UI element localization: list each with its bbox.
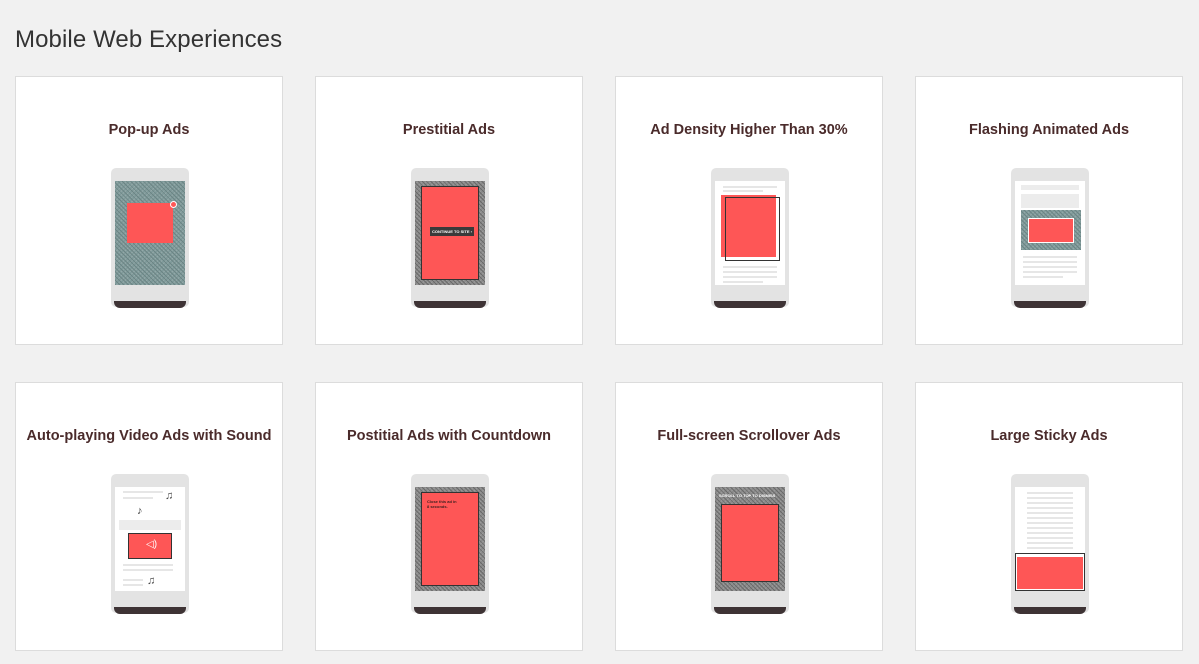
card-title: Prestitial Ads [402,122,496,138]
music-note-icon: ♫ [165,490,174,502]
phone-illustration [111,168,189,308]
card-title: Full-screen Scrollover Ads [657,428,841,444]
phone-illustration: SCROLL TO TOP TO DISMISS [711,474,789,614]
phone-illustration [711,168,789,308]
music-note-icon: ♫ [147,575,156,587]
close-icon [170,201,177,208]
card-title: Pop-up Ads [108,122,190,138]
phone-base [414,301,486,308]
card-full-screen-scrollover-ads[interactable]: Full-screen Scrollover Ads SCROLL TO TOP… [615,382,883,651]
card-large-sticky-ads[interactable]: Large Sticky Ads [915,382,1183,651]
card-auto-playing-video-ads[interactable]: Auto-playing Video Ads with Sound ♫ ♪ ◁)… [15,382,283,651]
phone-base [714,607,786,614]
card-title: Large Sticky Ads [990,428,1108,444]
phone-illustration: Close this ad in 8 seconds. [411,474,489,614]
card-prestitial-ads[interactable]: Prestitial Ads CONTINUE TO SITE › [315,76,583,345]
phone-base [1014,301,1086,308]
phone-screen: CONTINUE TO SITE › [415,181,485,285]
phone-base [1014,607,1086,614]
phone-base [714,301,786,308]
flashing-ad [1028,218,1074,243]
phone-screen: SCROLL TO TOP TO DISMISS [715,487,785,591]
phone-illustration: CONTINUE TO SITE › [411,168,489,308]
continue-button: CONTINUE TO SITE › [430,227,474,236]
phone-screen [1015,181,1085,285]
video-ad: ◁) [128,533,172,559]
phone-screen [715,181,785,285]
speaker-icon: ◁) [146,539,158,550]
card-title: Ad Density Higher Than 30% [650,122,848,138]
page-title: Mobile Web Experiences [15,26,283,54]
postitial-ad: Close this ad in 8 seconds. [421,492,479,586]
music-note-icon: ♪ [137,505,143,517]
card-pop-up-ads[interactable]: Pop-up Ads [15,76,283,345]
phone-illustration: ♫ ♪ ◁) ♫ [111,474,189,614]
phone-screen: ♫ ♪ ◁) ♫ [115,487,185,591]
card-postitial-ads-with-countdown[interactable]: Postitial Ads with Countdown Close this … [315,382,583,651]
phone-illustration [1011,474,1089,614]
phone-base [114,301,186,308]
scrollover-ad [721,504,779,582]
phone-base [114,607,186,614]
sticky-ad [1017,557,1083,589]
popup-ad [127,203,173,243]
phone-base [414,607,486,614]
phone-screen [1015,487,1085,591]
card-title: Auto-playing Video Ads with Sound [26,428,272,444]
phone-illustration [1011,168,1089,308]
phone-screen: Close this ad in 8 seconds. [415,487,485,591]
card-ad-density[interactable]: Ad Density Higher Than 30% [615,76,883,345]
phone-screen [115,181,185,285]
card-title: Postitial Ads with Countdown [346,428,552,444]
card-title: Flashing Animated Ads [968,122,1130,138]
card-flashing-animated-ads[interactable]: Flashing Animated Ads [915,76,1183,345]
